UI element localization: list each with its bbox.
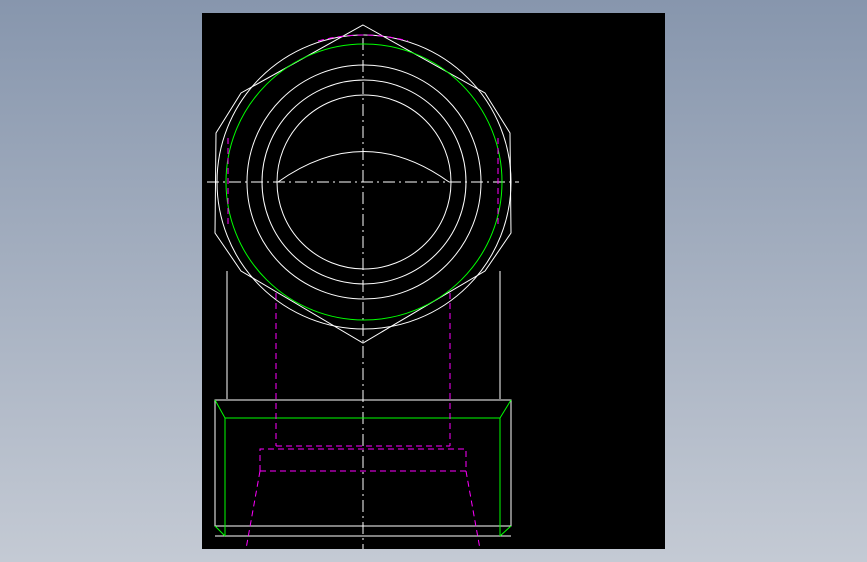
chamfer-bottom-right [499,525,512,537]
chamfer-bottom-left [214,525,226,537]
hidden-taper-right [465,470,481,549]
hidden-taper-left [245,470,261,549]
drawing-viewport[interactable] [202,13,665,549]
centerlines [207,38,519,549]
hex-nut-outline [214,24,512,344]
cad-drawing-icon [207,24,519,549]
